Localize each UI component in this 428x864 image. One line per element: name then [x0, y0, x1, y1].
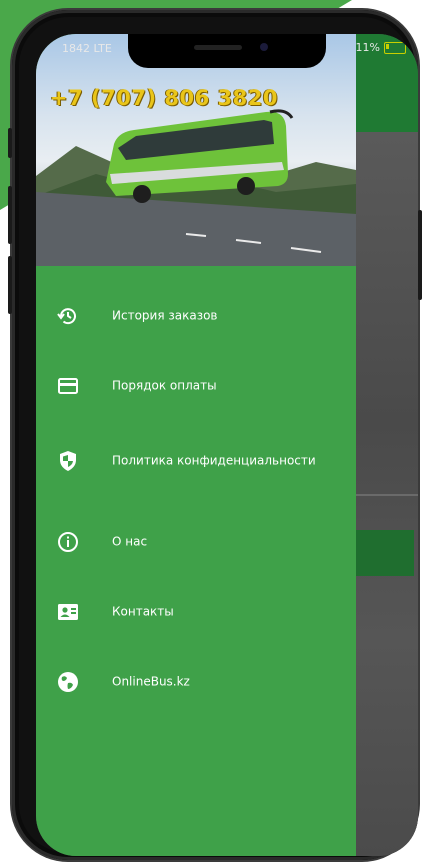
divider — [356, 494, 418, 496]
speaker — [194, 45, 242, 50]
menu-item-payment[interactable]: Порядок оплаты — [36, 366, 356, 406]
menu-label-privacy: Политика конфиденциальности — [112, 453, 316, 468]
menu-item-about[interactable]: О нас — [36, 522, 356, 562]
payment-card-icon — [58, 378, 78, 394]
menu-item-website[interactable]: OnlineBus.kz — [36, 662, 356, 702]
drawer-header: +7 (707) 806 3820 — [36, 34, 356, 266]
menu-label-order-history: История заказов — [112, 308, 218, 323]
menu-label-contacts: Контакты — [112, 604, 174, 619]
info-icon — [58, 532, 78, 552]
menu-item-contacts[interactable]: Контакты — [36, 592, 356, 632]
battery-icon — [384, 41, 406, 54]
notch — [128, 34, 326, 68]
history-icon — [57, 308, 76, 325]
power-button — [418, 210, 422, 300]
volume-up-button — [8, 186, 12, 244]
battery-percent: 11% — [355, 41, 380, 54]
phone-frame: 1842 LTE 11% +7 (707) 806 3820 История з… — [8, 10, 422, 860]
phone-number[interactable]: +7 (707) 806 3820 — [50, 86, 278, 110]
navigation-drawer: +7 (707) 806 3820 История заказов Порядо… — [36, 34, 356, 856]
menu-label-payment: Порядок оплаты — [112, 378, 217, 393]
screen: 1842 LTE 11% +7 (707) 806 3820 История з… — [36, 34, 418, 856]
bus-image — [106, 109, 294, 203]
menu-label-about: О нас — [112, 534, 148, 549]
background-content — [356, 34, 418, 856]
status-time-network: 1842 LTE — [62, 42, 112, 55]
background-action-button[interactable] — [356, 530, 414, 576]
menu-item-order-history[interactable]: История заказов — [36, 296, 356, 336]
status-right: 11% — [356, 41, 406, 54]
volume-down-button — [8, 256, 12, 314]
camera — [260, 43, 268, 51]
globe-icon — [58, 672, 78, 692]
menu-item-privacy[interactable]: Политика конфиденциальности — [36, 436, 356, 486]
mute-switch — [8, 128, 12, 158]
shield-icon — [60, 451, 76, 471]
contacts-icon — [58, 604, 78, 620]
menu-label-website: OnlineBus.kz — [112, 674, 190, 689]
